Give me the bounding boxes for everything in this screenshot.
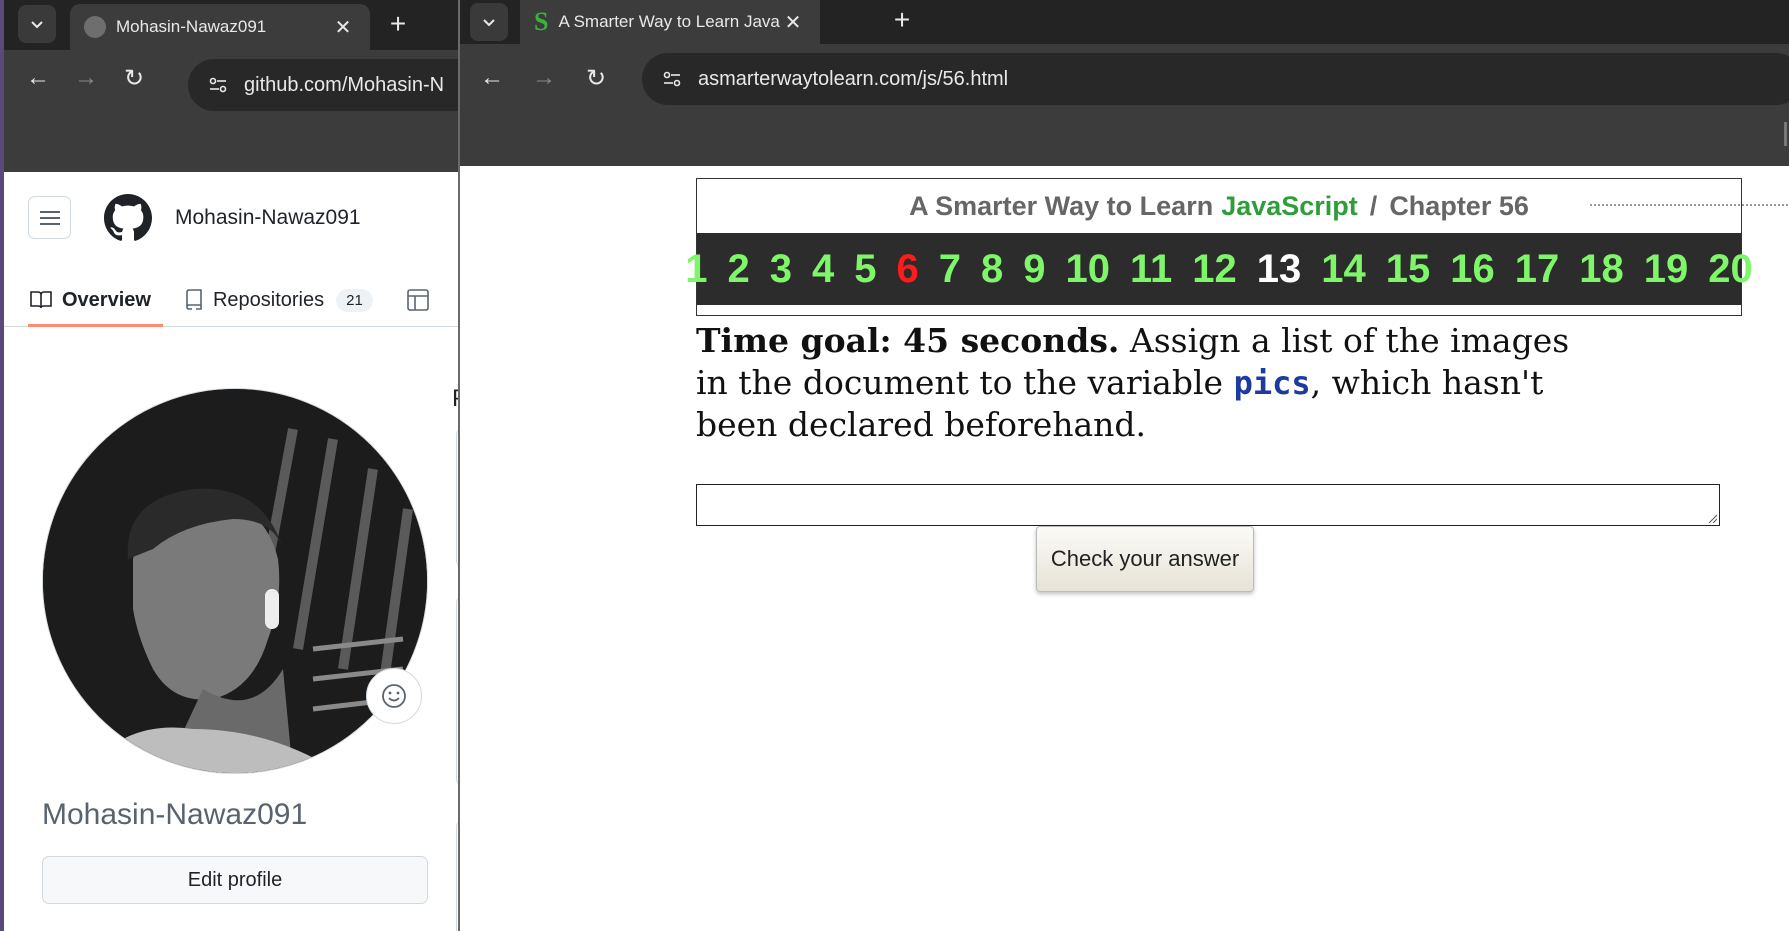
check-answer-button[interactable]: Check your answer: [1036, 526, 1254, 592]
address-bar[interactable]: github.com/Mohasin-N: [188, 59, 460, 111]
book-title-prefix: A Smarter Way to Learn: [909, 190, 1214, 221]
book-header: A Smarter Way to Learn JavaScript / Chap…: [685, 178, 1753, 316]
header-username[interactable]: Mohasin-Nawaz091: [175, 206, 361, 230]
time-goal: Time goal: 45 seconds.: [696, 321, 1120, 360]
chevron-down-icon: [31, 21, 43, 29]
exercise-prompt: Time goal: 45 seconds. Assign a list of …: [696, 320, 1586, 446]
smarterway-favicon-icon: S: [534, 7, 549, 36]
github-logo-icon[interactable]: [104, 194, 152, 242]
lesson-page: A Smarter Way to Learn JavaScript / Chap…: [460, 166, 1789, 931]
chapter-link-11[interactable]: 11: [1120, 233, 1182, 305]
book-title-js: JavaScript: [1221, 190, 1358, 221]
chapter-link-19[interactable]: 19: [1634, 233, 1699, 305]
arrow-left-icon: ←: [26, 64, 50, 91]
chapter-link-13[interactable]: 13: [1247, 233, 1312, 305]
tab-projects[interactable]: [407, 276, 439, 324]
code-variable: pics: [1233, 364, 1311, 402]
desktop: Mohasin-Nawaz091 ✕ + ← → ↻ github.com/Mo…: [0, 0, 1789, 931]
url-text: asmarterwaytolearn.com/js/56.html: [698, 67, 1009, 90]
arrow-right-icon: →: [532, 64, 556, 91]
forward-button[interactable]: →: [524, 58, 564, 98]
reload-button[interactable]: ↻: [114, 58, 154, 98]
chapter-label: Chapter 56: [1389, 190, 1529, 221]
chevron-down-icon: [483, 19, 495, 27]
github-browser-window: Mohasin-Nawaz091 ✕ + ← → ↻ github.com/Mo…: [0, 0, 460, 931]
menu-button[interactable]: [28, 196, 71, 239]
tab-overview-label: Overview: [62, 288, 151, 311]
chapter-link-8[interactable]: 8: [971, 233, 1013, 305]
resize-grip-icon[interactable]: [1707, 513, 1717, 523]
tab-overview[interactable]: Overview: [28, 276, 163, 327]
reload-icon: ↻: [123, 64, 145, 92]
tab-title: Mohasin-Nawaz091: [116, 17, 267, 36]
site-info-icon[interactable]: [202, 69, 234, 101]
chapter-link-14[interactable]: 14: [1311, 233, 1376, 305]
chapter-link-1[interactable]: 1: [675, 233, 717, 305]
tab-repositories-label: Repositories: [212, 288, 325, 311]
chapter-link-18[interactable]: 18: [1569, 233, 1634, 305]
window-edge-handle: [1784, 122, 1787, 146]
chapter-link-15[interactable]: 15: [1376, 233, 1441, 305]
browser-chrome: Mohasin-Nawaz091 ✕ + ← → ↻ github.com/Mo…: [4, 0, 460, 172]
chapter-link-20[interactable]: 20: [1698, 233, 1763, 305]
close-icon[interactable]: ✕: [330, 14, 356, 40]
answer-textarea[interactable]: [696, 484, 1720, 526]
title-separator: /: [1369, 190, 1378, 221]
chapter-link-5[interactable]: 5: [844, 233, 886, 305]
tab-search-button[interactable]: [470, 3, 508, 41]
back-button[interactable]: ←: [18, 58, 58, 98]
address-bar[interactable]: asmarterwaytolearn.com/js/56.html: [642, 53, 1789, 105]
site-info-icon[interactable]: [656, 63, 688, 95]
edit-profile-button[interactable]: Edit profile: [42, 856, 428, 904]
chapter-link-6[interactable]: 6: [886, 233, 928, 305]
chapter-link-4[interactable]: 4: [802, 233, 844, 305]
smiley-icon: [382, 684, 406, 708]
tab-github[interactable]: Mohasin-Nawaz091 ✕: [70, 4, 370, 50]
repositories-count-badge: 21: [336, 288, 373, 312]
tab-search-button[interactable]: [18, 5, 56, 43]
chapter-nav: 1 2 3 4 5 6 7 8 9 10 11 12 13 14 15 16 17 18 19 20: [685, 233, 1753, 305]
new-tab-button[interactable]: +: [884, 2, 920, 38]
plus-icon: +: [893, 4, 911, 35]
table-icon: [407, 289, 429, 311]
arrow-right-icon: →: [74, 64, 98, 91]
profile-username: Mohasin-Nawaz091: [42, 798, 308, 831]
book-icon: [30, 290, 52, 310]
tab-strip: S A Smarter Way to Learn JavaScr ✕ +: [460, 0, 1789, 44]
dotted-line: [1590, 204, 1789, 206]
chapter-link-16[interactable]: 16: [1440, 233, 1505, 305]
chapter-link-3[interactable]: 3: [760, 233, 802, 305]
tab-title: A Smarter Way to Learn JavaScr: [558, 12, 780, 31]
tab-smarterway[interactable]: S A Smarter Way to Learn JavaScr ✕: [520, 0, 820, 44]
chapter-link-17[interactable]: 17: [1505, 233, 1570, 305]
smarterway-browser-window: S A Smarter Way to Learn JavaScr ✕ + ← →…: [458, 0, 1789, 931]
arrow-left-icon: ←: [480, 64, 504, 91]
book-title: A Smarter Way to Learn JavaScript / Chap…: [697, 179, 1741, 233]
reload-button[interactable]: ↻: [576, 58, 616, 98]
tab-repositories[interactable]: Repositories 21: [185, 276, 373, 324]
tab-strip: Mohasin-Nawaz091 ✕ +: [4, 0, 460, 50]
chapter-link-12[interactable]: 12: [1182, 233, 1247, 305]
github-favicon-icon: [84, 16, 106, 38]
reload-icon: ↻: [585, 64, 607, 92]
repo-icon: [185, 289, 203, 311]
url-text: github.com/Mohasin-N: [244, 73, 445, 96]
set-status-button[interactable]: [366, 668, 422, 724]
forward-button[interactable]: →: [66, 58, 106, 98]
avatar[interactable]: [42, 388, 428, 774]
chapter-link-9[interactable]: 9: [1013, 233, 1055, 305]
profile-tabs: Overview Repositories 21: [28, 276, 460, 327]
close-icon[interactable]: ✕: [780, 9, 806, 35]
github-header: Mohasin-Nawaz091 Overview Repositories 2…: [4, 172, 460, 327]
chapter-link-2[interactable]: 2: [717, 233, 759, 305]
chapter-link-7[interactable]: 7: [929, 233, 971, 305]
avatar-photo: [43, 389, 427, 773]
back-button[interactable]: ←: [472, 58, 512, 98]
browser-chrome: S A Smarter Way to Learn JavaScr ✕ + ← →…: [460, 0, 1789, 166]
new-tab-button[interactable]: +: [380, 6, 416, 42]
chapter-link-10[interactable]: 10: [1055, 233, 1120, 305]
plus-icon: +: [389, 8, 407, 39]
hamburger-icon: [39, 210, 60, 225]
